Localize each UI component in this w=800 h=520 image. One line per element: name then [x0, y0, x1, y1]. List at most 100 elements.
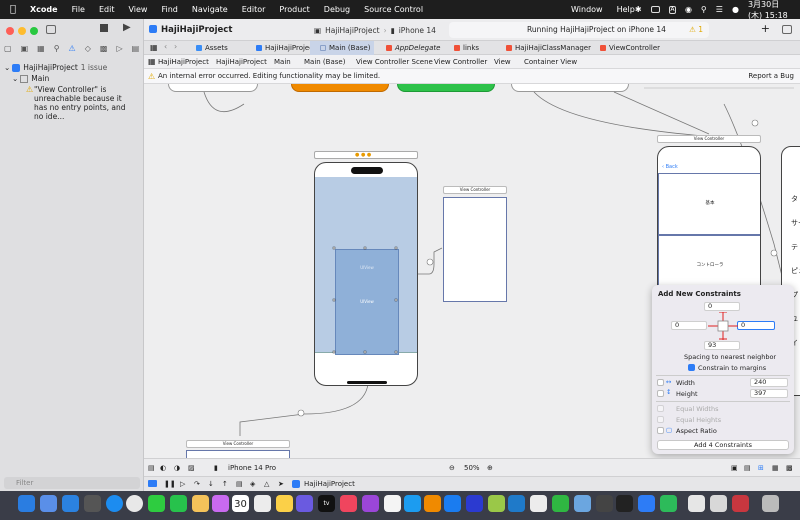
orientation-icon[interactable]: ▨: [188, 459, 195, 477]
breakpoints-toggle-icon[interactable]: [148, 480, 157, 487]
control-center-icon[interactable]: ☰: [716, 5, 723, 14]
issue-icon[interactable]: ⚠: [69, 44, 76, 53]
trash-icon[interactable]: [762, 495, 779, 512]
messages-icon[interactable]: [148, 495, 165, 512]
android-studio-icon[interactable]: [488, 495, 505, 512]
embed-in-icon[interactable]: ▩: [786, 459, 793, 477]
device-name[interactable]: iPhone 14 Pro: [228, 459, 276, 477]
bottom-vc-title[interactable]: View Controller: [186, 440, 290, 448]
issue-item[interactable]: ⚠ "View Controller" is unreachable becau…: [4, 85, 140, 121]
folder-icon[interactable]: ▢: [4, 44, 12, 53]
photos-icon[interactable]: [192, 495, 209, 512]
dictionary-icon[interactable]: [732, 495, 749, 512]
width-field[interactable]: 240: [750, 378, 788, 387]
menu-navigate[interactable]: Navigate: [192, 5, 228, 14]
menu-window[interactable]: Window: [571, 5, 603, 14]
width-checkbox[interactable]: [657, 379, 664, 386]
table-cell[interactable]: 基本: [658, 173, 760, 235]
aspect-ratio-checkbox[interactable]: [657, 427, 664, 434]
add-constraints-icon[interactable]: ⊞: [758, 459, 764, 477]
zoom-window-button[interactable]: [30, 27, 38, 35]
memory-graph-icon[interactable]: ◈: [250, 477, 255, 492]
breadcrumb-item[interactable]: View Controller: [434, 55, 487, 69]
equal-widths-checkbox[interactable]: [657, 405, 664, 412]
back-chevron-icon[interactable]: ‹: [164, 42, 167, 51]
xcode-icon[interactable]: [466, 495, 483, 512]
safari-icon[interactable]: [106, 495, 123, 512]
warning-count[interactable]: ⚠ 1: [689, 22, 703, 38]
numbers-icon[interactable]: [384, 495, 401, 512]
chevron-down-icon[interactable]: ⌄: [4, 63, 10, 72]
wifi-icon[interactable]: ◉: [685, 5, 692, 14]
document-icon[interactable]: [710, 495, 727, 512]
device-icon[interactable]: ▮: [214, 459, 218, 477]
spacing-diagram[interactable]: [708, 312, 738, 340]
launchpad-icon[interactable]: [40, 495, 57, 512]
step-over-icon[interactable]: ↷: [194, 477, 200, 492]
vscode-icon[interactable]: [508, 495, 525, 512]
apple-menu-icon[interactable]: : [10, 4, 16, 15]
menu-file[interactable]: File: [72, 5, 85, 14]
tab-viewcontroller[interactable]: ViewController: [590, 41, 666, 55]
zoom-in-icon[interactable]: ⊕: [487, 459, 493, 477]
menu-view[interactable]: View: [128, 5, 147, 14]
tab-links[interactable]: links: [444, 41, 494, 55]
chrome-icon[interactable]: [126, 495, 143, 512]
height-checkbox[interactable]: [657, 390, 664, 397]
align-icon[interactable]: ▤: [744, 459, 751, 477]
appearance-icon[interactable]: ◑: [174, 459, 180, 477]
step-in-icon[interactable]: ↓: [208, 477, 214, 492]
terminal-icon[interactable]: [616, 495, 633, 512]
constrain-margins-checkbox[interactable]: [688, 364, 695, 371]
app-store-icon[interactable]: [444, 495, 461, 512]
menu-source-control[interactable]: Source Control: [364, 5, 423, 14]
menu-find[interactable]: Find: [161, 5, 177, 14]
filter-input[interactable]: Filter: [4, 477, 140, 489]
menu-product[interactable]: Product: [279, 5, 309, 14]
files-icon[interactable]: [404, 495, 421, 512]
step-out-icon[interactable]: ↑: [222, 477, 228, 492]
report-bug-link[interactable]: Report a Bug: [748, 69, 794, 84]
breadcrumb-item[interactable]: Main (Base): [304, 55, 345, 69]
document-outline-icon[interactable]: ▤: [148, 459, 155, 477]
pause-icon[interactable]: ❚❚: [164, 477, 176, 492]
contacts-icon[interactable]: [212, 495, 229, 512]
find-icon[interactable]: ⚲: [54, 44, 60, 53]
embedded-vc-title[interactable]: View Controller: [443, 186, 507, 194]
pages-icon[interactable]: [424, 495, 441, 512]
zoom-icon[interactable]: [638, 495, 655, 512]
search-icon[interactable]: ⚲: [701, 5, 707, 14]
close-window-button[interactable]: [6, 27, 14, 35]
activity-monitor-icon[interactable]: [596, 495, 613, 512]
reminders-icon[interactable]: [254, 495, 271, 512]
embedded-view-controller[interactable]: [443, 197, 507, 302]
location-icon[interactable]: ➤: [278, 477, 284, 492]
scheme-selector[interactable]: ▣ HajiHajiProject › ▮ iPhone 14: [314, 23, 436, 37]
breadcrumb-item[interactable]: HajiHajiProject: [158, 55, 209, 69]
tab-appdelegate[interactable]: AppDelegate: [376, 41, 442, 55]
issue-group-row[interactable]: ⌄ Main: [4, 73, 140, 84]
top-spacing-field[interactable]: 0: [704, 302, 740, 311]
source-control-icon[interactable]: ▣: [21, 44, 29, 53]
spreadsheet-icon[interactable]: [660, 495, 677, 512]
zoom-level[interactable]: 50%: [464, 459, 480, 477]
tab-classmanager[interactable]: HajiHajiClassManager: [496, 41, 591, 55]
settings-icon[interactable]: [84, 495, 101, 512]
report-icon[interactable]: ▤: [132, 44, 140, 53]
tab-assets[interactable]: Assets: [186, 41, 246, 55]
breakpoint-icon[interactable]: ▷: [116, 44, 122, 53]
chevron-down-icon[interactable]: ⌄: [12, 74, 18, 83]
tab-project[interactable]: HajiHajiProject: [246, 41, 316, 55]
forward-chevron-icon[interactable]: ›: [174, 42, 177, 51]
debug-target[interactable]: HajiHajiProject: [304, 477, 355, 492]
symbol-icon[interactable]: ▦: [37, 44, 45, 53]
left-spacing-field[interactable]: 0: [671, 321, 707, 330]
height-field[interactable]: 397: [750, 389, 788, 398]
issue-project-row[interactable]: ⌄ HajiHajiProject 1 issue: [4, 62, 140, 73]
back-button[interactable]: ‹ Back: [662, 164, 678, 170]
textedit-icon[interactable]: [688, 495, 705, 512]
battery-icon[interactable]: [650, 6, 660, 13]
breadcrumb-item[interactable]: View Controller Scene: [356, 55, 433, 69]
view-debugger-icon[interactable]: ▤: [236, 477, 243, 492]
music-icon[interactable]: [340, 495, 357, 512]
